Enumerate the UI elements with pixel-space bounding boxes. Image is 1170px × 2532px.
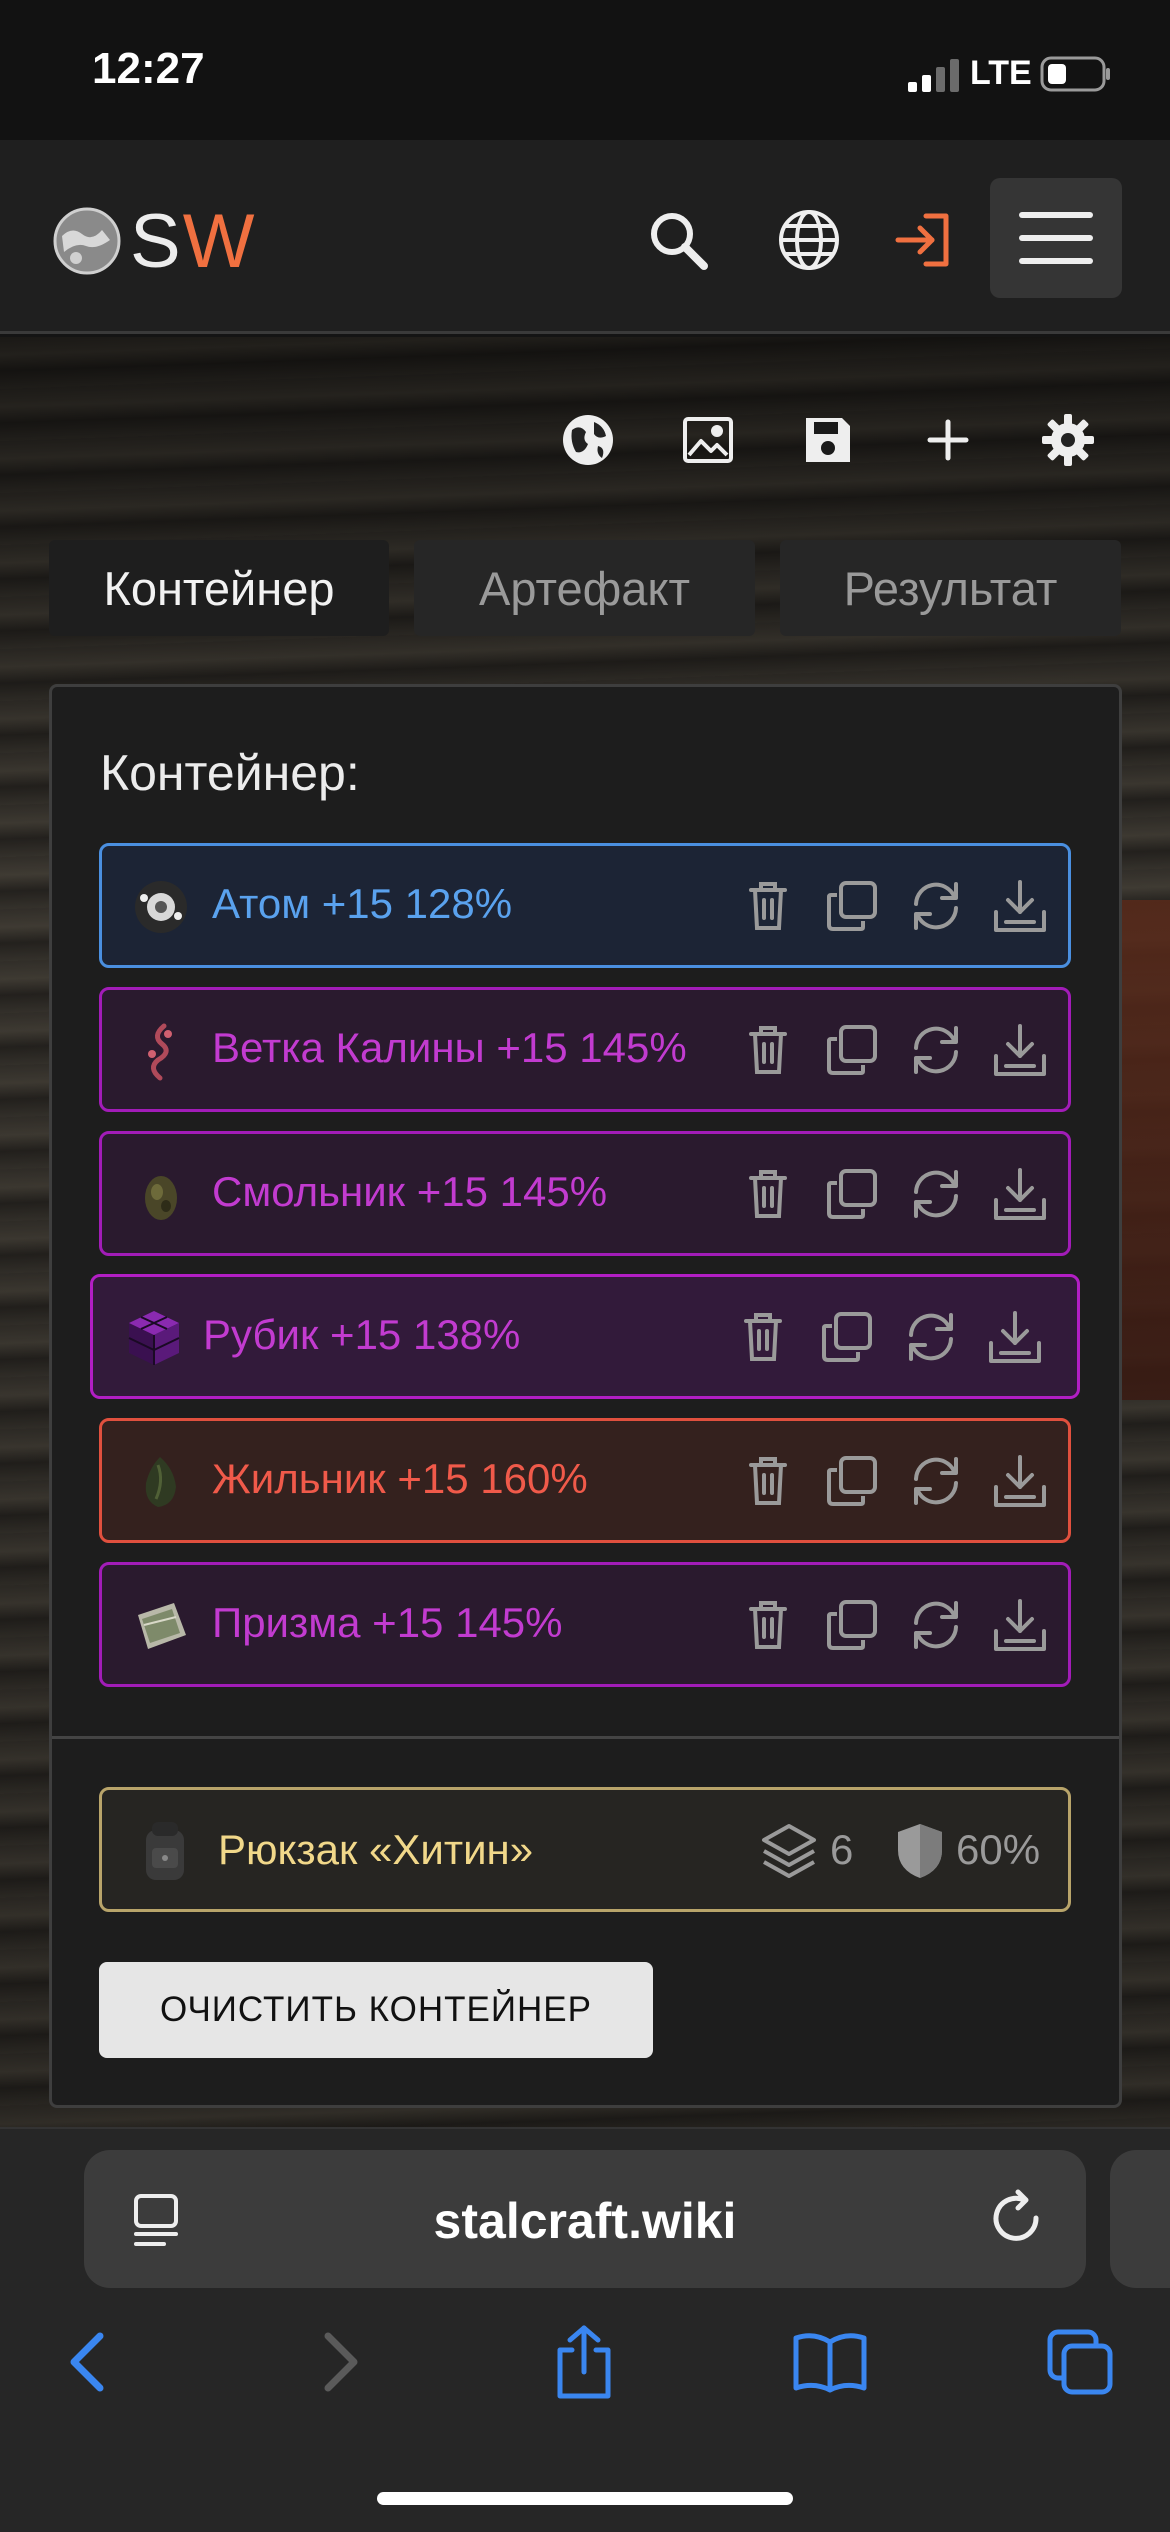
site-logo[interactable]: SW xyxy=(52,202,272,282)
download-icon[interactable] xyxy=(983,1305,1047,1369)
menu-icon xyxy=(1019,212,1093,264)
download-icon[interactable] xyxy=(988,1162,1052,1226)
artifact-row-prism[interactable]: Призма +15 145% xyxy=(99,1562,1071,1687)
tabs-icon[interactable] xyxy=(1040,2322,1120,2402)
search-icon[interactable] xyxy=(640,202,716,278)
world-icon[interactable] xyxy=(550,402,626,478)
trash-icon[interactable] xyxy=(736,1162,800,1226)
rubik-artifact-icon xyxy=(128,1311,180,1365)
trash-icon[interactable] xyxy=(731,1305,795,1369)
layers-icon xyxy=(762,1824,816,1878)
refresh-icon[interactable] xyxy=(904,1449,968,1513)
plus-icon[interactable] xyxy=(910,402,986,478)
zhilnik-artifact-icon xyxy=(145,1457,176,1507)
artifact-row-rubik[interactable]: Рубик +15 138% xyxy=(90,1274,1080,1399)
forward-icon[interactable] xyxy=(300,2322,380,2402)
gear-icon[interactable] xyxy=(1030,402,1106,478)
bookmarks-icon[interactable] xyxy=(790,2322,870,2402)
status-time: 12:27 xyxy=(92,44,205,93)
prism-artifact-icon xyxy=(138,1603,186,1649)
clear-container-button[interactable]: ОЧИСТИТЬ КОНТЕЙНЕР xyxy=(99,1962,653,2058)
download-icon[interactable] xyxy=(988,1449,1052,1513)
menu-button[interactable] xyxy=(990,178,1122,298)
trash-icon[interactable] xyxy=(736,1018,800,1082)
smolnik-artifact-icon xyxy=(145,1176,177,1220)
tab-container[interactable]: Контейнер xyxy=(49,540,389,636)
back-icon[interactable] xyxy=(48,2322,128,2402)
backpack-protection: 60% xyxy=(956,1826,1041,1873)
site-header: SW xyxy=(0,140,1170,334)
tab-result[interactable]: Результат xyxy=(780,540,1121,636)
refresh-icon[interactable] xyxy=(904,1593,968,1657)
logo-letter-s: S xyxy=(130,199,183,284)
login-icon[interactable] xyxy=(886,202,962,278)
download-icon[interactable] xyxy=(988,874,1052,938)
status-bar: 12:27 LTE xyxy=(0,0,1170,140)
backpack-icon xyxy=(146,1822,184,1880)
viburnum-branch-artifact-icon xyxy=(148,1023,172,1081)
trash-icon[interactable] xyxy=(736,1593,800,1657)
signal-icon xyxy=(908,59,959,92)
copy-icon[interactable] xyxy=(820,1449,884,1513)
artifact-name: Жильник +15 160% xyxy=(212,1455,588,1502)
copy-icon[interactable] xyxy=(820,1018,884,1082)
artifact-row-zhilnik[interactable]: Жильник +15 160% xyxy=(99,1418,1071,1543)
download-icon[interactable] xyxy=(988,1018,1052,1082)
artifact-name: Атом +15 128% xyxy=(212,880,513,927)
refresh-icon[interactable] xyxy=(904,1162,968,1226)
reload-icon[interactable] xyxy=(984,2186,1048,2250)
tab-artifact[interactable]: Артефакт xyxy=(414,540,755,636)
copy-icon[interactable] xyxy=(820,1593,884,1657)
battery-icon xyxy=(1040,56,1110,92)
image-icon[interactable] xyxy=(670,402,746,478)
logo-text: SW xyxy=(130,202,256,282)
trash-icon[interactable] xyxy=(736,874,800,938)
artifact-row-viburnum[interactable]: Ветка Калины +15 145% xyxy=(99,987,1071,1112)
trash-icon[interactable] xyxy=(736,1449,800,1513)
save-icon[interactable] xyxy=(790,402,866,478)
panel-divider xyxy=(52,1736,1119,1739)
refresh-icon[interactable] xyxy=(904,1018,968,1082)
artifact-name: Рубик +15 138% xyxy=(203,1311,521,1358)
panel-title: Контейнер: xyxy=(100,745,360,801)
next-tab-peek[interactable] xyxy=(1110,2150,1170,2288)
shield-icon xyxy=(898,1824,942,1878)
copy-icon[interactable] xyxy=(820,1162,884,1226)
url-text: stalcraft.wiki xyxy=(433,2193,737,2249)
artifact-row-smolnik[interactable]: Смольник +15 145% xyxy=(99,1131,1071,1256)
artifact-name: Смольник +15 145% xyxy=(212,1168,608,1215)
backpack-name: Рюкзак «Хитин» xyxy=(218,1826,534,1873)
backpack-slots: 6 xyxy=(830,1826,854,1873)
network-label: LTE xyxy=(970,54,1032,92)
url-field[interactable]: stalcraft.wiki xyxy=(84,2150,1086,2288)
refresh-icon[interactable] xyxy=(899,1305,963,1369)
artifact-name: Призма +15 145% xyxy=(212,1599,563,1646)
artifact-row-atom[interactable]: Атом +15 128% xyxy=(99,843,1071,968)
copy-icon[interactable] xyxy=(820,874,884,938)
share-icon[interactable] xyxy=(544,2322,624,2402)
backpack-row[interactable]: Рюкзак «Хитин» 6 60% xyxy=(99,1787,1071,1912)
download-icon[interactable] xyxy=(988,1593,1052,1657)
logo-letter-w: W xyxy=(182,199,257,284)
refresh-icon[interactable] xyxy=(904,874,968,938)
artifact-name: Ветка Калины +15 145% xyxy=(212,1024,687,1071)
globe-icon[interactable] xyxy=(771,202,847,278)
copy-icon[interactable] xyxy=(815,1305,879,1369)
logo-globe-icon xyxy=(53,207,121,275)
home-indicator xyxy=(377,2492,793,2505)
atom-artifact-icon xyxy=(135,881,187,933)
